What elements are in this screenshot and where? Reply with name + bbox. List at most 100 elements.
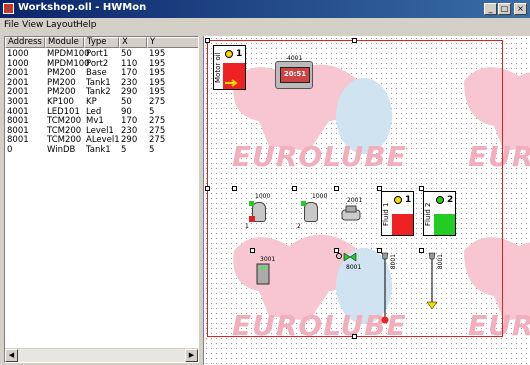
- table-cell: LED101: [47, 106, 80, 117]
- resize-handle[interactable]: [205, 38, 210, 43]
- resize-handle[interactable]: [352, 334, 357, 339]
- table-cell: 90: [121, 106, 132, 117]
- arrow-right-icon: [225, 79, 238, 87]
- table-cell: PM200: [47, 68, 76, 79]
- table-cell: MPDM100: [47, 49, 90, 59]
- table-cell: TCM200: [47, 116, 82, 127]
- fluid2-label: Fluid 2: [424, 202, 432, 226]
- keypad-icon[interactable]: [256, 263, 270, 285]
- table-cell: 290: [121, 87, 138, 98]
- motor-oil-tank[interactable]: Motor oil 1: [213, 45, 246, 90]
- resize-handle[interactable]: [419, 248, 424, 253]
- table-cell: 275: [149, 125, 166, 136]
- table-row[interactable]: 4001 LED101 Led 90 5: [5, 106, 198, 117]
- table-cell: Port2: [86, 58, 109, 69]
- table-row[interactable]: 8001 TCM200 Level1 230 275: [5, 125, 198, 136]
- table-row[interactable]: 2001 PM200 Tank2 290 195: [5, 87, 198, 98]
- table-header: Address Module Type X Y: [5, 37, 198, 48]
- table-cell: Tank2: [86, 87, 111, 98]
- col-type[interactable]: Type: [84, 37, 119, 48]
- resize-handle[interactable]: [232, 186, 237, 191]
- fluid2-tank[interactable]: Fluid 2 2: [423, 191, 456, 236]
- table-cell: PM200: [47, 77, 76, 88]
- resize-handle[interactable]: [334, 186, 339, 191]
- resize-handle[interactable]: [205, 186, 210, 191]
- table-cell: Led: [86, 106, 102, 117]
- table-row[interactable]: 1000 MPDM100 Port2 110 195: [5, 58, 198, 69]
- level2-id: 8001: [437, 254, 444, 270]
- window-title: Workshop.oll - HWMon: [18, 2, 147, 13]
- table-cell: 1000: [7, 49, 29, 59]
- horizontal-scrollbar[interactable]: ◀ ▶: [5, 348, 198, 362]
- scroll-right-icon[interactable]: ▶: [185, 349, 198, 362]
- table-cell: 3001: [7, 97, 29, 107]
- table-cell: 275: [149, 135, 166, 146]
- module-list[interactable]: Address Module Type X Y 1000 MPDM100 Port1…: [4, 36, 199, 363]
- table-cell: TCM200: [47, 135, 82, 146]
- motor-oil-number: 1: [236, 49, 243, 59]
- table-cell: 2001: [7, 68, 29, 79]
- table-cell: 170: [121, 116, 138, 127]
- table-cell: Level1: [86, 125, 114, 136]
- table-cell: Base: [86, 68, 107, 79]
- table-cell: WinDB: [47, 145, 76, 155]
- menu-layout[interactable]: Layout: [46, 20, 77, 30]
- col-address[interactable]: Address: [5, 37, 45, 48]
- table-cell: KP: [86, 97, 97, 107]
- mv-valve-icon[interactable]: [336, 251, 358, 265]
- resize-handle[interactable]: [292, 186, 297, 191]
- valve-port2[interactable]: [304, 202, 318, 222]
- selection-frame[interactable]: [207, 40, 503, 337]
- layout-canvas[interactable]: EUROLUBE EUROLUBE EUROLUBE EUROLUBE Moto…: [203, 36, 530, 365]
- table-cell: 50: [121, 49, 132, 59]
- scroll-left-icon[interactable]: ◀: [5, 349, 18, 362]
- resize-handle[interactable]: [250, 248, 255, 253]
- level1-id: 8001: [390, 254, 397, 270]
- table-row[interactable]: 8001 TCM200 ALevel1 290 275: [5, 135, 198, 146]
- menu-bar: File View Layout Help: [0, 18, 530, 34]
- table-cell: 195: [149, 58, 166, 69]
- table-row[interactable]: 2001 PM200 Tank1 230 195: [5, 77, 198, 88]
- valve1-port: 1: [245, 223, 249, 230]
- table-row[interactable]: 3001 KP100 KP 50 275: [5, 97, 198, 107]
- mv-id: 8001: [346, 264, 362, 271]
- resize-handle[interactable]: [352, 38, 357, 43]
- table-cell: 110: [121, 58, 138, 69]
- app-icon: [3, 3, 14, 14]
- minimize-button[interactable]: _: [484, 3, 497, 15]
- close-button[interactable]: ×: [514, 3, 527, 15]
- table-cell: Port1: [86, 49, 109, 59]
- table-cell: 195: [149, 49, 166, 59]
- table-row[interactable]: 1000 MPDM100 Port1 50 195: [5, 49, 198, 59]
- fluid2-number: 2: [447, 195, 454, 205]
- table-cell: ALevel1: [86, 135, 120, 146]
- col-x[interactable]: X: [119, 37, 147, 48]
- fluid1-number: 1: [405, 195, 412, 205]
- menu-view[interactable]: View: [22, 20, 43, 30]
- table-cell: 170: [121, 68, 138, 79]
- table-cell: 290: [121, 135, 138, 146]
- fluid1-label: Fluid 1: [382, 202, 390, 226]
- table-row[interactable]: 8001 TCM200 Mv1 170 275: [5, 116, 198, 127]
- fluid2-level: [434, 214, 455, 235]
- fluid1-tank[interactable]: Fluid 1 1: [381, 191, 414, 236]
- led-display[interactable]: 20:51: [275, 61, 313, 89]
- pump-icon[interactable]: [340, 204, 364, 224]
- maximize-button[interactable]: □: [498, 3, 511, 15]
- table-cell: 8001: [7, 135, 29, 146]
- clock-icon: [394, 196, 402, 204]
- menu-help[interactable]: Help: [76, 20, 97, 30]
- table-row[interactable]: 2001 PM200 Base 170 195: [5, 68, 198, 79]
- valve2-port: 2: [297, 223, 301, 230]
- col-module[interactable]: Module: [45, 37, 84, 48]
- table-row[interactable]: 0 WinDB Tank1 5 5: [5, 145, 198, 155]
- fluid1-level: [392, 214, 413, 235]
- valve2-id: 1000: [312, 193, 328, 200]
- table-cell: 4001: [7, 106, 29, 117]
- table-cell: 5: [149, 106, 155, 117]
- table-cell: 275: [149, 97, 166, 107]
- level-sensor-1[interactable]: [380, 252, 390, 326]
- clock-icon: [436, 196, 444, 204]
- menu-file[interactable]: File: [4, 20, 19, 30]
- col-y[interactable]: Y: [147, 37, 198, 48]
